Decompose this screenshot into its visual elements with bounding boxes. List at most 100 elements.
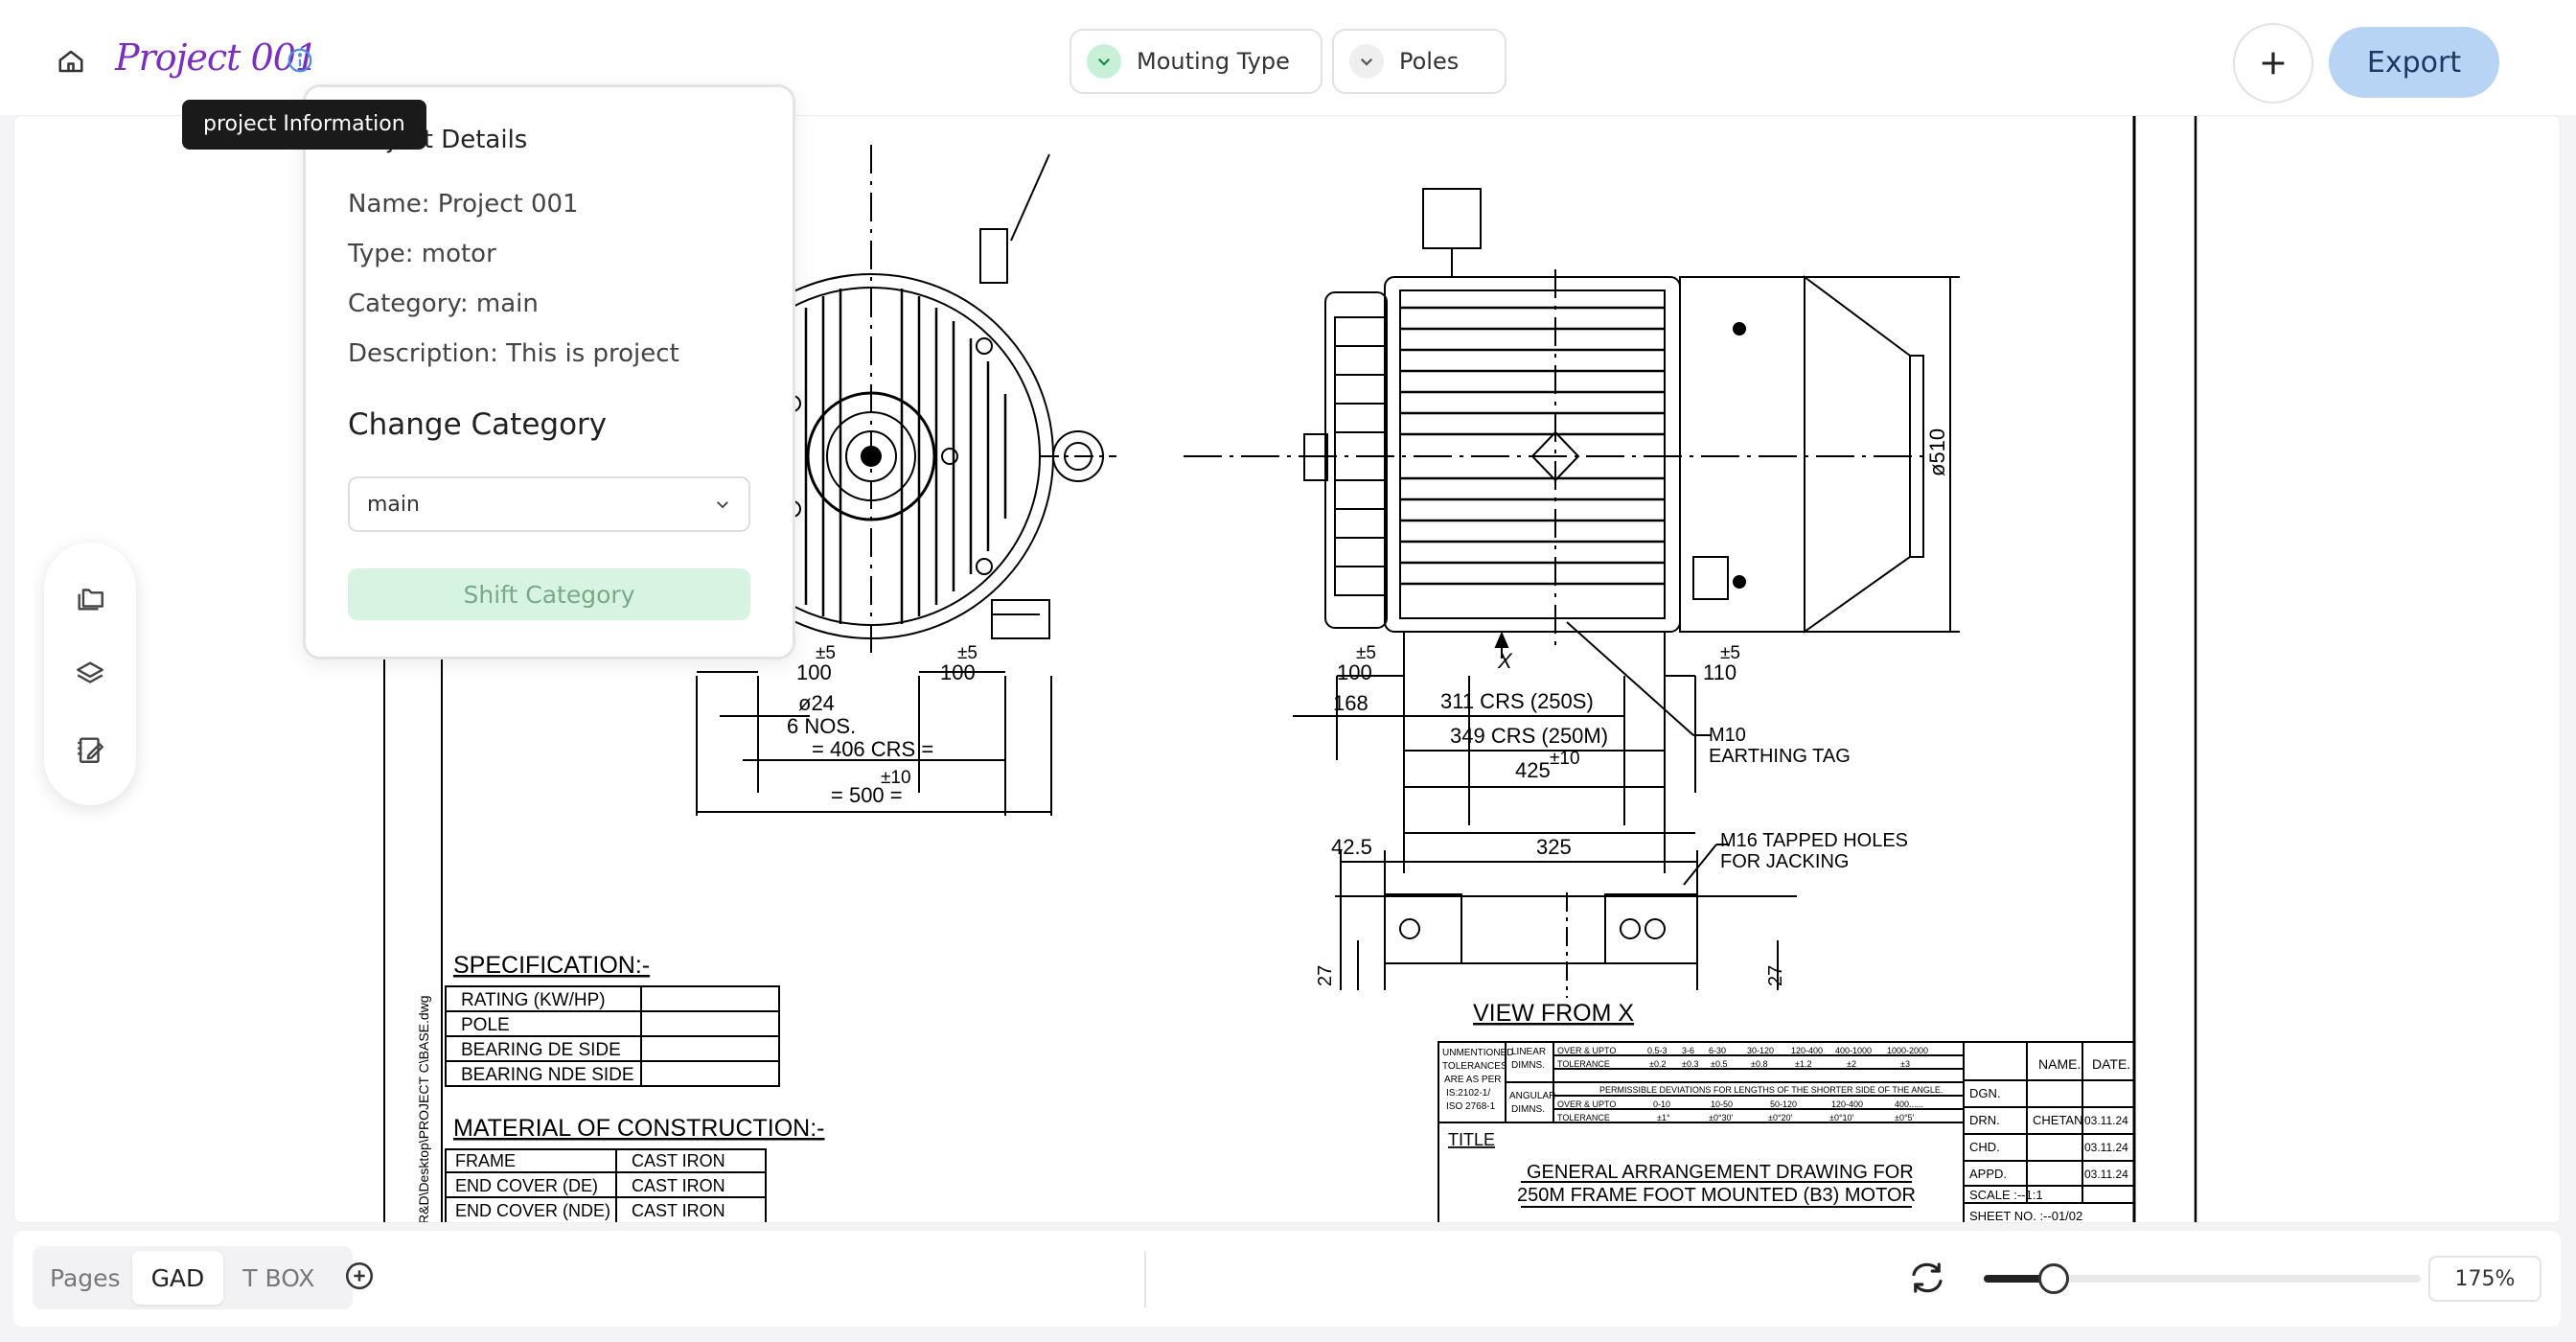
info-icon	[288, 48, 312, 73]
title-block-text: ANGULAR	[1509, 1091, 1555, 1101]
view-marker-text: X	[1497, 649, 1513, 673]
title-block-text: DRN.	[1969, 1113, 2000, 1127]
material-row: CAST IRON	[632, 1176, 725, 1195]
material-row: CAST IRON	[632, 1151, 725, 1170]
callout-text: M16 TAPPED HOLES	[1720, 830, 1908, 851]
title-block-text: OVER & UPTO	[1557, 1046, 1616, 1055]
dim-text: 311 CRS (250S)	[1440, 689, 1594, 713]
refresh-icon	[1912, 1262, 1943, 1293]
title-block-text: ±0.2	[1649, 1059, 1666, 1069]
zoom-slider-thumb[interactable]	[2037, 1263, 2069, 1294]
project-type-text: Type: motor	[348, 240, 496, 268]
title-block-text: IS:2102-1/	[1446, 1088, 1490, 1099]
title-block-text: SHEET NO. :--01/02	[1969, 1209, 2082, 1223]
pages-group: Pages GAD T BOX	[33, 1246, 354, 1309]
refresh-button[interactable]	[1907, 1258, 1949, 1300]
chevron-down-icon	[1087, 44, 1121, 79]
project-info-tooltip: project Information	[182, 100, 426, 150]
title-block-text: 30-120	[1747, 1046, 1774, 1055]
plus-icon	[2262, 52, 2285, 75]
title-block-text: ±0°30'	[1709, 1113, 1734, 1122]
files-button[interactable]	[64, 572, 116, 624]
dim-text: ±10	[1550, 749, 1580, 769]
shift-category-button[interactable]: Shift Category	[348, 568, 750, 620]
notes-button[interactable]	[64, 724, 116, 775]
mounting-type-filter[interactable]: Mouting Type	[1070, 29, 1322, 94]
dim-text: = 406 CRS =	[812, 737, 933, 761]
title-block-text: 0.5-3	[1647, 1046, 1668, 1055]
project-category-text: Category: main	[348, 289, 539, 318]
title-block-text: 10-50	[1711, 1099, 1733, 1109]
title-block-text: 50-120	[1770, 1099, 1797, 1109]
spec-row: BEARING DE SIDE	[461, 1040, 621, 1060]
dim-text: 110	[1703, 660, 1736, 684]
layers-button[interactable]	[64, 648, 116, 700]
spec-row: POLE	[461, 1015, 510, 1035]
dim-text: 27	[1765, 965, 1786, 986]
title-block-text: DATE.	[2092, 1056, 2130, 1072]
dim-text: 100	[1337, 660, 1372, 684]
edit-note-icon	[78, 737, 104, 764]
title-block-text: ±1.2	[1795, 1059, 1811, 1069]
title-block-text: ±3	[1900, 1059, 1910, 1069]
divider	[1144, 1252, 1146, 1307]
drawing-title-line1: GENERAL ARRANGEMENT DRAWING FOR	[1527, 1162, 1914, 1183]
dim-text: 168	[1333, 691, 1368, 715]
title-block-text: 120-400	[1831, 1099, 1863, 1109]
category-select[interactable]: main	[348, 476, 750, 532]
poles-label: Poles	[1399, 48, 1460, 75]
title-block-text: PERMISSIBLE DEVIATIONS FOR LENGTHS OF TH…	[1599, 1085, 1943, 1095]
dim-text: 27	[1315, 965, 1336, 986]
title-block-text: LINEAR	[1511, 1047, 1546, 1057]
home-button[interactable]	[54, 44, 88, 79]
project-info-button[interactable]	[286, 46, 316, 77]
add-page-button[interactable]	[343, 1260, 380, 1296]
folders-icon	[78, 588, 104, 611]
layers-icon	[77, 661, 104, 683]
dim-text: 349 CRS (250M)	[1450, 724, 1608, 748]
title-block-text: NAME.	[2038, 1056, 2081, 1072]
category-select-value: main	[367, 492, 420, 517]
dim-text: 42.5	[1331, 835, 1372, 859]
project-details-popover: Project Details Name: Project 001 Type: …	[303, 84, 795, 659]
callout-text: EARTHING TAG	[1709, 746, 1851, 767]
poles-filter[interactable]: Poles	[1332, 29, 1506, 94]
pages-label: Pages	[50, 1263, 121, 1292]
material-row: CAST IRON	[632, 1201, 725, 1220]
dim-text: ø510	[1925, 428, 1949, 476]
title-block-text: 03.11.24	[2084, 1114, 2128, 1127]
title-block-text: 6-30	[1709, 1046, 1726, 1055]
project-name-text: Name: Project 001	[348, 190, 579, 219]
title-block-text: SCALE :--1:1	[1969, 1188, 2043, 1202]
chevron-down-icon	[1349, 44, 1384, 79]
title-block-text: 3-6	[1682, 1046, 1694, 1055]
material-row: FRAME	[455, 1151, 516, 1170]
export-button[interactable]: Export	[2329, 27, 2499, 98]
title-block-text: CHETAN	[2033, 1113, 2082, 1127]
spec-row: BEARING NDE SIDE	[461, 1065, 634, 1085]
title-block-text: ±0.8	[1751, 1059, 1767, 1069]
callout-text: M10	[1709, 725, 1746, 746]
zoom-value[interactable]: 175%	[2428, 1256, 2542, 1302]
title-block-text: CHD.	[1969, 1140, 2000, 1154]
spec-row: RATING (KW/HP)	[461, 990, 606, 1010]
page-tab-t-box[interactable]: T BOX	[223, 1251, 334, 1305]
dim-text: 325	[1536, 835, 1572, 859]
title-block-text: ±2	[1847, 1059, 1856, 1069]
dim-text: 6 NOS.	[787, 714, 856, 738]
change-category-heading: Change Category	[348, 407, 608, 442]
dim-text: 425	[1515, 758, 1551, 782]
add-button[interactable]	[2233, 23, 2313, 104]
title-block-text: UNMENTIONED	[1442, 1048, 1513, 1058]
material-row: END COVER (DE)	[455, 1176, 598, 1195]
spec-title: SPECIFICATION:-	[453, 952, 650, 979]
material-row: END COVER (NDE)	[455, 1201, 610, 1220]
mounting-type-label: Mouting Type	[1137, 48, 1290, 75]
dim-text: 100	[796, 660, 832, 684]
zoom-slider[interactable]	[1984, 1263, 2421, 1294]
title-block-text: ISO 2768-1	[1446, 1101, 1496, 1112]
home-icon	[58, 50, 83, 73]
title-label: TITLE	[1448, 1130, 1495, 1149]
page-tab-gad[interactable]: GAD	[131, 1251, 224, 1305]
title-block-text: ±0°10'	[1829, 1113, 1854, 1122]
